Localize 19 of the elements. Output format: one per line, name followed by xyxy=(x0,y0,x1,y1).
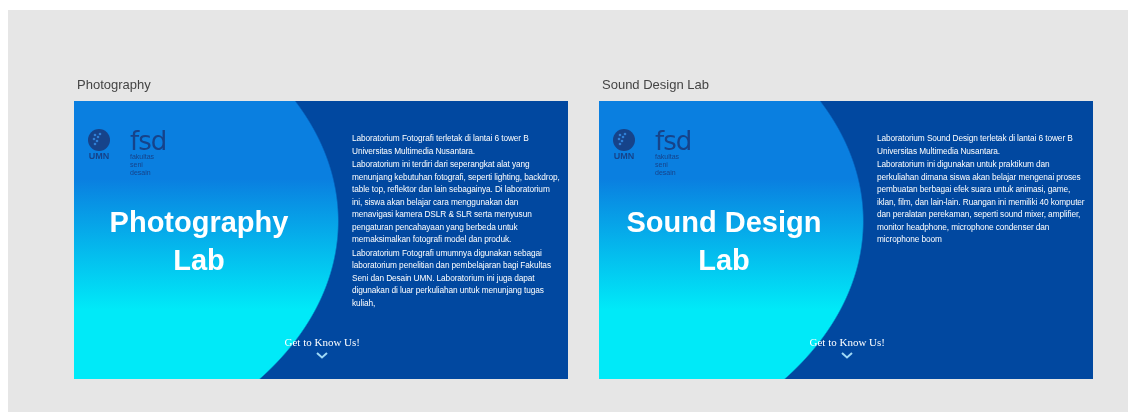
logo-text: UMN xyxy=(88,151,110,161)
card-label: Sound Design Lab xyxy=(602,77,710,93)
description-paragraph: Laboratorium ini digunakan untuk praktikum dan perkuliahan dimana siswa akan belajar mengenai proses pembuatan berbagai efek suara untuk animasi, game, iklan, film, dan lain-lain. Ruangan ini memiliki 40 komputer dan peralatan perekaman, seperti sound mixer, amplifier, monitor headphone, microphone condenser dan microphone boom xyxy=(877,158,1085,246)
chevron-down-icon[interactable] xyxy=(841,352,854,359)
chevron-down-icon[interactable] xyxy=(316,352,329,359)
globe-logo-icon xyxy=(88,129,110,151)
logo-text: UMN xyxy=(613,151,635,161)
globe-logo-icon xyxy=(613,129,635,151)
logo-text: fsd xyxy=(130,129,167,153)
lab-title: Sound Design Lab xyxy=(625,205,823,278)
description-paragraph: Laboratorium Fotografi terletak di lantai 6 tower B Universitas Multimedia Nusantara. xyxy=(352,132,530,157)
description-paragraph: Laboratorium Fotografi umumnya digunakan sebagai laboratorium penelitian dan pembelajaran bagi Fakultas Seni dan Desain UMN. Laboratorium ini juga dapat digunakan di luar perkuliahan untuk menunjang tugas kuliah, xyxy=(352,246,552,309)
lab-title: Photography Lab xyxy=(108,205,290,278)
description-paragraph: Laboratorium Sound Design terletak di lantai 6 tower B Universitas Multimedia Nusantara. xyxy=(877,132,1074,157)
card-label: Photography xyxy=(77,77,152,93)
lab-card[interactable] xyxy=(599,101,1093,379)
lab-card[interactable] xyxy=(74,101,568,379)
logo-text: fsd xyxy=(655,129,692,153)
description-paragraph: Laboratorium ini terdiri dari seperangkat alat yang menunjang kebutuhan fotografi, seperti lighting, backdrop, table top, reflektor dan lain sebagainya. Di laboratorium ini, siswa akan belajar cara menggunakan dan menavigasi kamera DSLR & SLR serta menyusun pengaturan pencahayaan yang berbeda untuk memaksimalkan fotografi model dan produk. xyxy=(352,158,560,246)
